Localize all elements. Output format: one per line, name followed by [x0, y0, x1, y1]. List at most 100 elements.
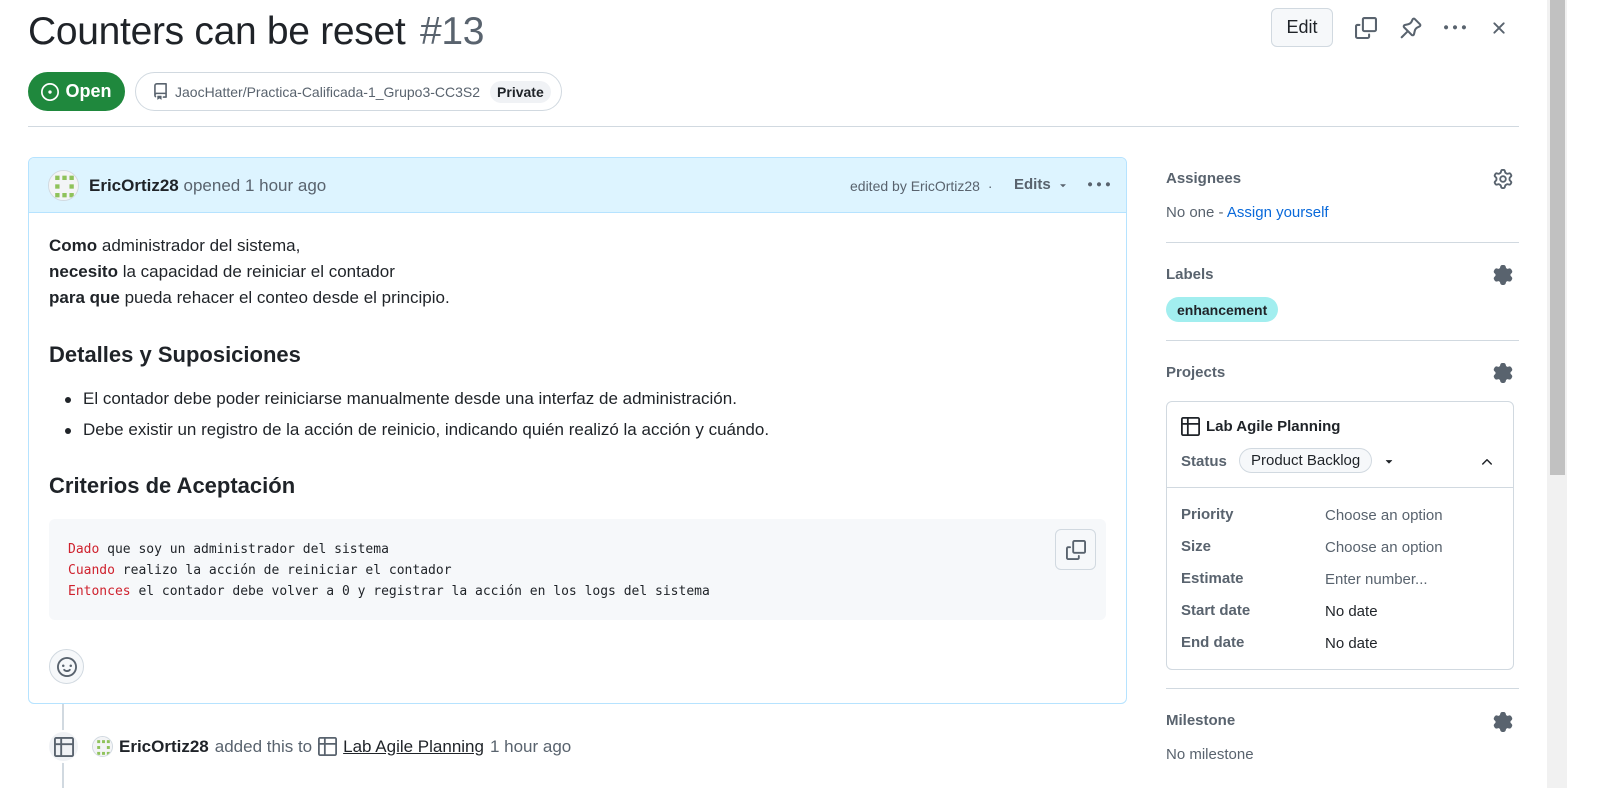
section-heading-details: Detalles y Suposiciones [49, 342, 301, 367]
milestone-heading: Milestone [1166, 712, 1236, 729]
field-priority-value[interactable]: Choose an option [1325, 507, 1443, 524]
code-line: Entonces el contador debe volver a 0 y r… [68, 581, 1087, 602]
status-value: Product Backlog [1239, 448, 1373, 473]
project-card-divider [1167, 487, 1513, 488]
timeline-timestamp[interactable]: 1 hour ago [490, 737, 571, 757]
projects-heading: Projects [1166, 364, 1226, 381]
code-text: realizo la acción de reiniciar el contad… [114, 563, 452, 578]
edit-title-button[interactable]: Edit [1271, 8, 1333, 47]
story-keyword: necesito [49, 262, 118, 281]
issue-state-badge: Open [28, 72, 125, 111]
story-line: Como administrador del sistema, [49, 233, 450, 259]
story-keyword: Como [49, 236, 98, 255]
field-name: End date [1181, 634, 1245, 651]
timeline-action: added this to [214, 736, 313, 756]
field-start-date-value[interactable]: No date [1325, 603, 1378, 620]
user-story: Como administrador del sistema, necesito… [49, 233, 450, 311]
repo-icon [152, 83, 169, 100]
issue-number: #13 [419, 10, 485, 53]
field-estimate-input[interactable]: Enter number... [1325, 571, 1428, 588]
table-icon [1181, 417, 1200, 436]
timeline-author-link[interactable]: EricOrtiz28 [119, 737, 209, 757]
field-end-date-value[interactable]: No date [1325, 635, 1378, 652]
repo-name: JaocHatter/Practica-Calificada-1_Grupo3-… [175, 83, 481, 100]
story-line: para que pueda rehacer el conteo desde e… [49, 285, 450, 311]
copy-icon [1065, 539, 1086, 560]
project-card: Lab Agile Planning Status Product Backlo… [1166, 401, 1514, 670]
code-text: que soy un administrador del sistema [99, 542, 389, 557]
edited-prefix: edited by [850, 178, 907, 194]
field-name: Start date [1181, 602, 1251, 619]
list-item: Debe existir un registro de la acción de… [49, 419, 769, 450]
details-list: El contador debe poder reiniciarse manua… [49, 388, 769, 450]
milestone-value: No milestone [1166, 746, 1254, 763]
status-label: Status [1181, 453, 1227, 470]
table-icon [318, 737, 338, 756]
comment-header: EricOrtiz28 opened 1 hour ago edited by … [29, 158, 1126, 213]
header-divider [28, 126, 1519, 127]
code-text: el contador debe volver a 0 y registrar … [130, 584, 710, 599]
close-icon[interactable] [1485, 14, 1513, 42]
issue-state-label: Open [65, 81, 112, 101]
code-keyword: Cuando [68, 563, 115, 578]
field-name: Size [1181, 538, 1212, 555]
timeline-event: EricOrtiz28 added this to Lab Agile Plan… [92, 736, 571, 757]
projects-gear-icon[interactable] [1492, 362, 1514, 384]
issue-title-text: Counters can be reset [28, 10, 406, 53]
comment-author-link[interactable]: EricOrtiz28 [89, 176, 179, 195]
edited-separator: · [987, 178, 993, 194]
story-keyword: para que [49, 288, 120, 307]
visibility-badge: Private [490, 80, 551, 103]
project-card-title[interactable]: Lab Agile Planning [1181, 417, 1340, 436]
assign-yourself-link[interactable]: Assign yourself [1227, 204, 1329, 221]
milestone-gear-icon[interactable] [1492, 711, 1514, 733]
project-table-icon [47, 730, 80, 763]
edited-by-author: EricOrtiz28 [910, 178, 980, 194]
story-text: la capacidad de reiniciar el contador [117, 262, 395, 281]
repo-pill[interactable]: JaocHatter/Practica-Calificada-1_Grupo3-… [135, 72, 562, 111]
copy-code-button[interactable] [1055, 529, 1096, 570]
story-line: necesito la capacidad de reiniciar el co… [49, 259, 450, 285]
triangle-down-icon [1057, 179, 1069, 191]
project-name: Lab Agile Planning [1206, 418, 1341, 435]
chevron-up-icon[interactable] [1475, 450, 1499, 474]
kebab-horizontal-icon[interactable] [1441, 14, 1469, 42]
edits-dropdown[interactable]: Edits [1014, 176, 1069, 193]
comment-byline: EricOrtiz28 opened 1 hour ago [89, 176, 326, 196]
field-name: Estimate [1181, 570, 1244, 587]
edited-by: edited by EricOrtiz28 · [850, 178, 997, 194]
scrollbar-thumb[interactable] [1550, 0, 1565, 475]
assignees-heading: Assignees [1166, 170, 1242, 187]
timeline-project-link[interactable]: Lab Agile Planning [343, 737, 484, 757]
story-text: pueda rehacer el conteo desde el princip… [119, 288, 450, 307]
code-line: Cuando realizo la acción de reiniciar el… [68, 560, 1087, 581]
list-item: El contador debe poder reiniciarse manua… [49, 388, 769, 419]
code-keyword: Dado [68, 542, 100, 557]
code-block: Dado que soy un administrador del sistem… [49, 519, 1106, 620]
code-line: Dado que soy un administrador del sistem… [68, 539, 1087, 560]
assignees-none: No one - [1166, 204, 1224, 221]
assignees-gear-icon[interactable] [1492, 168, 1514, 190]
status-select[interactable]: Product Backlog [1239, 448, 1396, 473]
labels-heading: Labels [1166, 266, 1214, 283]
field-size-value[interactable]: Choose an option [1325, 539, 1443, 556]
issue-opened-icon [41, 82, 60, 101]
sidebar-divider [1166, 688, 1519, 689]
comment-kebab-icon[interactable] [1087, 173, 1111, 197]
field-name: Priority [1181, 506, 1234, 523]
comment-timestamp[interactable]: 1 hour ago [245, 176, 326, 195]
pin-icon[interactable] [1397, 14, 1425, 42]
add-reaction-button[interactable] [49, 649, 84, 684]
comment-action: opened [183, 176, 241, 195]
code-keyword: Entonces [68, 584, 131, 599]
assignees-value: No one - Assign yourself [1166, 204, 1329, 221]
avatar[interactable] [48, 170, 79, 201]
story-text: administrador del sistema, [97, 236, 301, 255]
copy-icon[interactable] [1352, 14, 1380, 42]
sidebar-divider [1166, 340, 1519, 341]
label-chip-enhancement[interactable]: enhancement [1166, 297, 1279, 322]
labels-gear-icon[interactable] [1492, 264, 1514, 286]
avatar[interactable] [92, 736, 113, 757]
smiley-icon [56, 656, 77, 677]
edits-label: Edits [1014, 176, 1051, 193]
